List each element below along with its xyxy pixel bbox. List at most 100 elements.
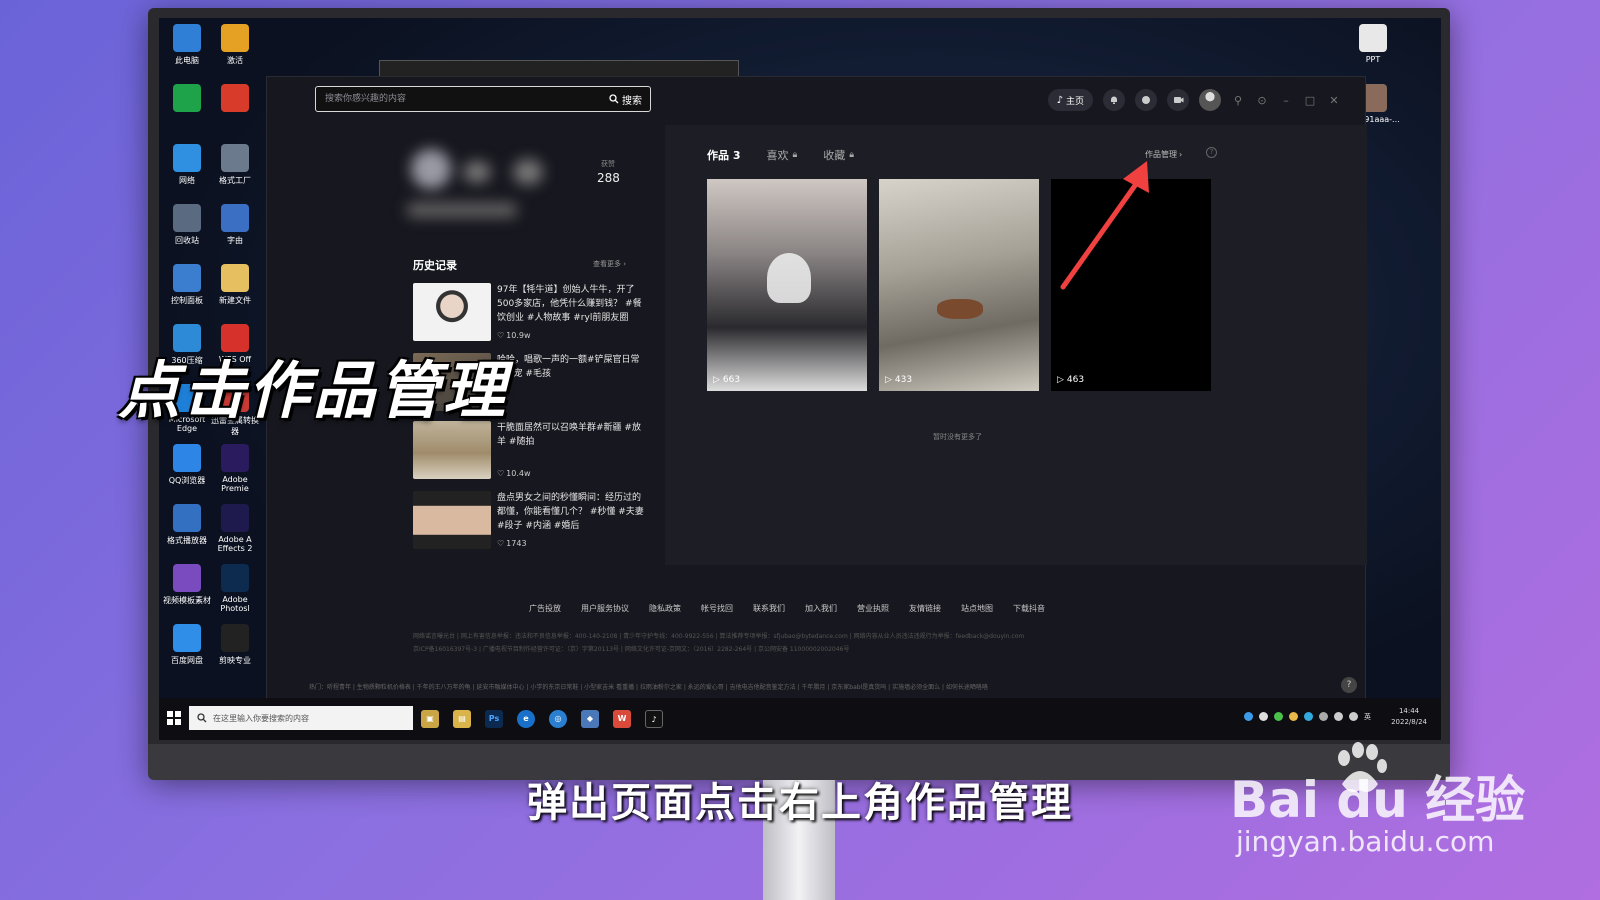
desktop-icon[interactable] [211, 84, 259, 115]
help-icon[interactable]: ? [1206, 147, 1217, 158]
tab-works[interactable]: 作品 3 [707, 147, 740, 163]
footer-link[interactable]: 友情链接 [909, 603, 941, 614]
app-icon[interactable]: ◆ [581, 710, 599, 728]
likes-label: 获赞 [601, 160, 615, 168]
settings-icon[interactable]: ⊙ [1255, 94, 1269, 107]
history-item-text: 哈哈，唱歌一声的一额#铲屎官日常 #萌宠 #毛孩 [497, 355, 640, 379]
desktop-icon[interactable]: 网络 [163, 144, 211, 186]
desktop-icon[interactable]: 剪映专业 [211, 624, 259, 666]
tray-icon[interactable] [1304, 712, 1313, 721]
app-icon [221, 564, 249, 592]
footer-link[interactable]: 帐号找回 [701, 603, 733, 614]
app-icon [221, 204, 249, 232]
footer-link[interactable]: 加入我们 [805, 603, 837, 614]
floating-help-button[interactable]: ? [1341, 677, 1357, 693]
app-icon [173, 504, 201, 532]
input-lang[interactable]: 英 [1364, 712, 1371, 722]
desktop-icon[interactable]: 字由 [211, 204, 259, 246]
video-dog [937, 299, 983, 319]
desktop-icon[interactable]: 回收站 [163, 204, 211, 246]
heart-icon: ♡ [497, 469, 505, 478]
notification-button[interactable] [1103, 89, 1125, 111]
desktop-icon[interactable]: 格式工厂 [211, 144, 259, 186]
video-play-count: ▷ 463 [1057, 375, 1085, 385]
desktop-icon[interactable]: Adobe Premie [211, 444, 259, 493]
tray-icon[interactable] [1244, 712, 1253, 721]
desktop-icon[interactable]: 百度网盘 [163, 624, 211, 666]
heart-icon: ♡ [497, 331, 505, 340]
search-input[interactable] [316, 87, 601, 111]
app-icon [221, 264, 249, 292]
history-more-label: 查看更多 [593, 260, 621, 268]
app-icon [173, 204, 201, 232]
app-icon [173, 144, 201, 172]
video-card[interactable]: ▷ 663 [707, 179, 867, 391]
tray-icon[interactable] [1274, 712, 1283, 721]
tray-icon[interactable] [1319, 712, 1328, 721]
windows-start-icon[interactable] [167, 711, 181, 725]
upload-button[interactable] [1167, 89, 1189, 111]
desktop-icon[interactable]: PPT [1349, 24, 1397, 64]
play-icon: ▷ [885, 375, 892, 385]
desktop-icon[interactable]: QQ浏览器 [163, 444, 211, 486]
wps-icon[interactable]: W [613, 710, 631, 728]
video-card[interactable]: ▷ 433 [879, 179, 1039, 391]
desktop-icon[interactable]: Adobe Photosl [211, 564, 259, 613]
footer-link[interactable]: 用户服务协议 [581, 603, 629, 614]
desktop-icon[interactable]: 格式播放器 [163, 504, 211, 546]
user-avatar[interactable] [1199, 89, 1221, 111]
tab-likes[interactable]: 喜欢 🔒︎ [766, 147, 797, 163]
footer-link[interactable]: 营业执照 [857, 603, 889, 614]
desktop-icon[interactable]: 视频模板素材 [163, 564, 211, 606]
tray-icon[interactable] [1259, 712, 1268, 721]
desktop-icon-label: 剪映专业 [219, 656, 251, 665]
taskbar-clock[interactable]: 14:44 2022/8/24 [1391, 706, 1427, 728]
desktop-icon-label: 此电脑 [175, 56, 199, 65]
system-tray: 英 [1244, 712, 1371, 722]
history-title: 历史记录 [413, 259, 457, 272]
desktop-icon-label: PPT [1365, 55, 1381, 64]
desktop-icon-label: 回收站 [175, 236, 199, 245]
desktop-icon[interactable] [163, 84, 211, 115]
history-item[interactable]: 97年【牦牛道】创始人牛牛，开了500多家店，他凭什么赚到钱？ #餐饮创业 #人… [413, 283, 645, 345]
history-item[interactable]: 干脆面居然可以召唤羊群#新疆 #放羊 #随拍 ♡ 10.4w [413, 421, 645, 483]
footer-link[interactable]: 联系我们 [753, 603, 785, 614]
taskbar-search-input[interactable] [213, 713, 403, 723]
desktop-icon[interactable]: 控制面板 [163, 264, 211, 306]
volume-icon[interactable] [1349, 712, 1358, 721]
pin-icon[interactable]: ⚲ [1231, 94, 1245, 107]
douyin-taskbar-icon[interactable]: ♪ [645, 710, 663, 728]
file-explorer-icon[interactable]: ▤ [453, 710, 471, 728]
tab-favorites[interactable]: 收藏 🔒︎ [823, 147, 854, 163]
search-button[interactable]: 搜索 [601, 87, 650, 111]
close-icon[interactable]: ✕ [1327, 94, 1341, 107]
app-icon [221, 504, 249, 532]
wifi-icon[interactable] [1334, 712, 1343, 721]
desktop-icon-label: Adobe A Effects 2 [217, 535, 253, 553]
desktop-icon[interactable]: Adobe A Effects 2 [211, 504, 259, 553]
history-more-link[interactable]: 查看更多 › [593, 259, 626, 269]
footer-link[interactable]: 广告投放 [529, 603, 561, 614]
chat-icon [1142, 96, 1150, 104]
desktop-icon-label: 网络 [179, 176, 195, 185]
tray-icon[interactable] [1289, 712, 1298, 721]
history-item[interactable]: 盘点男女之间的秒懂瞬间：经历过的都懂，你能看懂几个？ #秒懂 #夫妻 #段子 #… [413, 491, 645, 553]
message-button[interactable] [1135, 89, 1157, 111]
maximize-icon[interactable]: □ [1303, 94, 1317, 107]
home-button[interactable]: ♪ 主页 [1047, 89, 1093, 111]
desktop-icon[interactable]: 新建文件 [211, 264, 259, 306]
lock-icon: 🔒︎ [849, 150, 855, 160]
store-icon[interactable]: ▣ [421, 710, 439, 728]
footer-link[interactable]: 隐私政策 [649, 603, 681, 614]
minimize-icon[interactable]: – [1279, 94, 1293, 107]
video-person [767, 253, 811, 303]
app-icon [221, 144, 249, 172]
edge-icon[interactable]: e [517, 710, 535, 728]
history-item-text: 干脆面居然可以召唤羊群#新疆 #放羊 #随拍 [497, 423, 641, 447]
desktop-icon[interactable]: 此电脑 [163, 24, 211, 66]
browser-icon[interactable]: ◎ [549, 710, 567, 728]
photoshop-icon[interactable]: Ps [485, 710, 503, 728]
footer-link[interactable]: 站点地图 [961, 603, 993, 614]
desktop-icon[interactable]: 激活 [211, 24, 259, 66]
footer-link[interactable]: 下载抖音 [1013, 603, 1045, 614]
